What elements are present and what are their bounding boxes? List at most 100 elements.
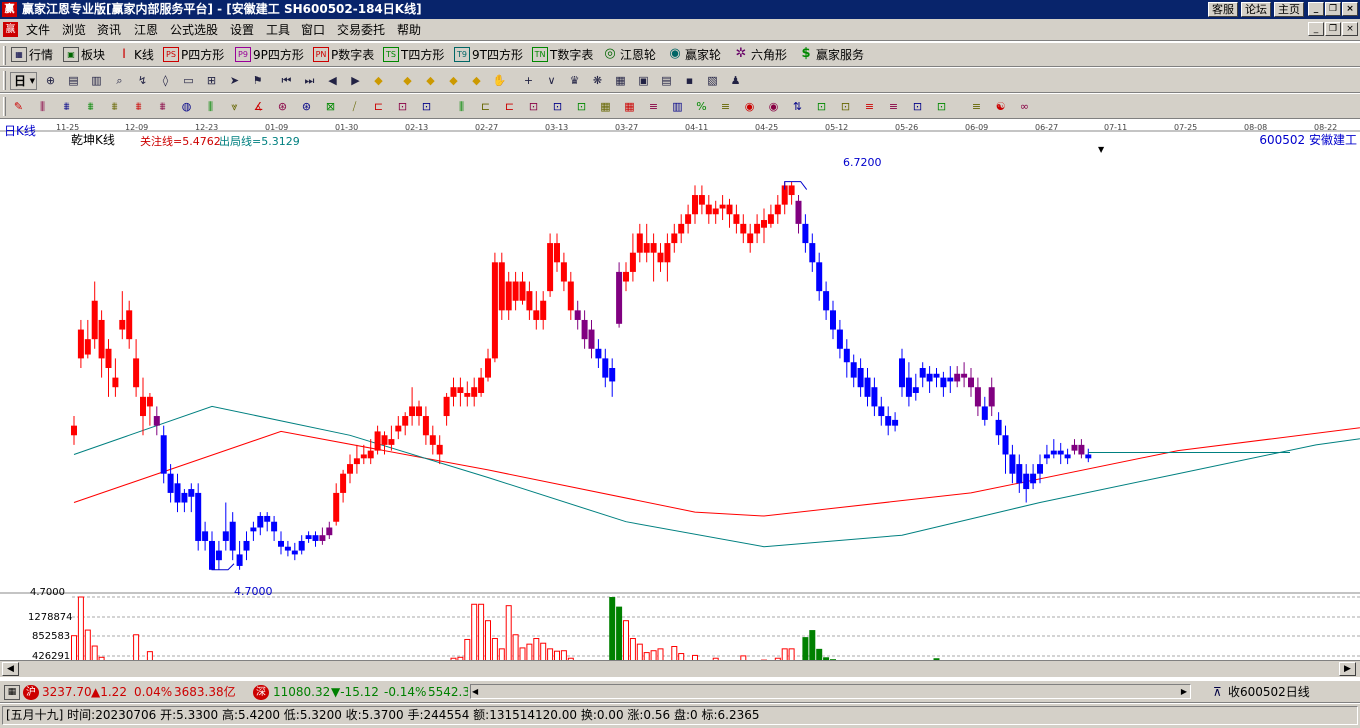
winner-wheel-button[interactable]: ◉ 赢家轮 bbox=[667, 47, 721, 64]
ticker-scrollbar[interactable]: ◀ ▶ bbox=[470, 684, 1191, 699]
homepage-button[interactable]: 主页 bbox=[1274, 2, 1304, 17]
diamond5-icon[interactable]: ◆ bbox=[468, 73, 485, 89]
period-icon[interactable]: ⫼ bbox=[453, 99, 470, 115]
box5-icon[interactable]: ⊡ bbox=[573, 99, 590, 115]
menu-gann[interactable]: 江恩 bbox=[134, 22, 158, 38]
gann2-icon[interactable]: ⩩ bbox=[82, 99, 99, 115]
menu-settings[interactable]: 设置 bbox=[230, 22, 254, 38]
toolbar-grip[interactable] bbox=[3, 46, 6, 65]
crosshair-icon[interactable]: ⊕ bbox=[42, 73, 59, 89]
kline-chart-canvas[interactable] bbox=[0, 119, 1360, 660]
yinyang-icon[interactable]: ☯ bbox=[992, 99, 1009, 115]
cross-icon[interactable]: + bbox=[520, 73, 537, 89]
angle-icon[interactable]: ∡ bbox=[250, 99, 267, 115]
customer-service-button[interactable]: 客服 bbox=[1208, 2, 1238, 17]
wheel1-icon[interactable]: ⊛ bbox=[274, 99, 291, 115]
calendar-icon[interactable]: ▦ bbox=[612, 73, 629, 89]
drop-icon[interactable]: ◊ bbox=[157, 73, 174, 89]
pointer-icon[interactable]: ➤ bbox=[226, 73, 243, 89]
people-icon[interactable]: ♟ bbox=[727, 73, 744, 89]
gann3-icon[interactable]: ⩩ bbox=[106, 99, 123, 115]
kline-button[interactable]: ┃ K线 bbox=[116, 47, 154, 64]
fib-icon[interactable]: ⫼ bbox=[34, 99, 51, 115]
toolbar-grip[interactable] bbox=[3, 97, 6, 116]
lines5-icon[interactable]: ≡ bbox=[968, 99, 985, 115]
grid-icon[interactable]: ⩔ bbox=[226, 99, 243, 115]
ticker-right-arrow-icon[interactable]: ▶ bbox=[1181, 685, 1187, 698]
box6-icon[interactable]: ⊡ bbox=[813, 99, 830, 115]
bars2-icon[interactable]: ▥ bbox=[669, 99, 686, 115]
left-icon[interactable]: ◀ bbox=[324, 73, 341, 89]
forum-button[interactable]: 论坛 bbox=[1241, 2, 1271, 17]
child-restore-button[interactable]: ❐ bbox=[1325, 22, 1341, 36]
page-icon[interactable]: ▭ bbox=[180, 73, 197, 89]
box4-icon[interactable]: ⊡ bbox=[549, 99, 566, 115]
pen-icon[interactable]: ✎ bbox=[10, 99, 27, 115]
box8-icon[interactable]: ⊡ bbox=[909, 99, 926, 115]
child-close-button[interactable]: × bbox=[1342, 22, 1358, 36]
menu-info[interactable]: 资讯 bbox=[97, 22, 121, 38]
coin-icon[interactable]: ◉ bbox=[741, 99, 758, 115]
calc2-icon[interactable]: ▣ bbox=[635, 73, 652, 89]
calc3-icon[interactable]: ▤ bbox=[658, 73, 675, 89]
p-square-button[interactable]: PS P四方形 bbox=[163, 47, 224, 64]
infinity-icon[interactable]: ∞ bbox=[1016, 99, 1033, 115]
menu-help[interactable]: 帮助 bbox=[397, 22, 421, 38]
bars-icon[interactable]: ⫼ bbox=[202, 99, 219, 115]
chart-scrollbar[interactable]: ◀ ▶ bbox=[0, 660, 1360, 677]
menu-formula-select[interactable]: 公式选股 bbox=[170, 22, 218, 38]
diamond2-icon[interactable]: ◆ bbox=[399, 73, 416, 89]
lines2-icon[interactable]: ≡ bbox=[717, 99, 734, 115]
arrows-icon[interactable]: ⇅ bbox=[789, 99, 806, 115]
ch1-icon[interactable]: ⊏ bbox=[477, 99, 494, 115]
grid2-icon[interactable]: ▦ bbox=[597, 99, 614, 115]
coin2-icon[interactable]: ◉ bbox=[765, 99, 782, 115]
first-icon[interactable]: ⏮ bbox=[278, 73, 295, 89]
lines4-icon[interactable]: ≡ bbox=[885, 99, 902, 115]
scroll-right-arrow-icon[interactable]: ▶ bbox=[1339, 662, 1356, 676]
box2-icon[interactable]: ⊡ bbox=[418, 99, 435, 115]
wheel2-icon[interactable]: ⊛ bbox=[298, 99, 315, 115]
p-number-table-button[interactable]: PN P数字表 bbox=[313, 47, 374, 64]
diamond4-icon[interactable]: ◆ bbox=[445, 73, 462, 89]
9p-square-button[interactable]: P9 9P四方形 bbox=[235, 47, 304, 64]
flag-icon[interactable]: ⚑ bbox=[249, 73, 266, 89]
gann-wheel-button[interactable]: ◎ 江恩轮 bbox=[602, 47, 656, 64]
calculator-icon[interactable]: ▤ bbox=[65, 73, 82, 89]
box1-icon[interactable]: ⊡ bbox=[394, 99, 411, 115]
last-icon[interactable]: ⏭ bbox=[301, 73, 318, 89]
menu-logo-icon[interactable]: 赢 bbox=[3, 22, 18, 37]
box7-icon[interactable]: ⊡ bbox=[837, 99, 854, 115]
trend-v-icon[interactable]: ∨ bbox=[543, 73, 560, 89]
gann4-icon[interactable]: ⩩ bbox=[130, 99, 147, 115]
quotes-button[interactable]: ▦ 行情 bbox=[11, 47, 53, 64]
winner-service-button[interactable]: $ 赢家服务 bbox=[798, 47, 864, 64]
menu-file[interactable]: 文件 bbox=[26, 22, 50, 38]
zoom-icon[interactable]: ⌕ bbox=[111, 73, 128, 89]
9t-square-button[interactable]: T9 9T四方形 bbox=[454, 47, 523, 64]
percent-icon[interactable]: % bbox=[693, 99, 710, 115]
hand-icon[interactable]: ✋ bbox=[491, 73, 508, 89]
grid-menu-icon[interactable]: ▦ bbox=[4, 685, 20, 700]
gann1-icon[interactable]: ⩩ bbox=[58, 99, 75, 115]
diamond3-icon[interactable]: ◆ bbox=[422, 73, 439, 89]
lines3-icon[interactable]: ≡ bbox=[861, 99, 878, 115]
child-minimize-button[interactable]: _ bbox=[1308, 22, 1324, 36]
box3-icon[interactable]: ⊡ bbox=[525, 99, 542, 115]
menu-browse[interactable]: 浏览 bbox=[62, 22, 86, 38]
gann5-icon[interactable]: ⩩ bbox=[154, 99, 171, 115]
ruler-icon[interactable]: ▥ bbox=[88, 73, 105, 89]
right-icon[interactable]: ▶ bbox=[347, 73, 364, 89]
scroll-left-arrow-icon[interactable]: ◀ bbox=[2, 662, 19, 676]
t-square-button[interactable]: TS T四方形 bbox=[383, 47, 444, 64]
sectors-button[interactable]: ▣ 板块 bbox=[63, 47, 105, 64]
hexagon-button[interactable]: ✲ 六角形 bbox=[733, 47, 787, 64]
close-window-button[interactable]: × bbox=[1342, 2, 1358, 16]
dropdown-marker-icon[interactable]: ▼ bbox=[1098, 145, 1104, 154]
fan-icon[interactable]: ⧸ bbox=[346, 99, 363, 115]
minimize-window-button[interactable]: _ bbox=[1308, 2, 1324, 16]
cycle-icon[interactable]: ⊏ bbox=[370, 99, 387, 115]
menu-trade[interactable]: 交易委托 bbox=[337, 22, 385, 38]
ticker-left-arrow-icon[interactable]: ◀ bbox=[472, 685, 478, 698]
wheel3-icon[interactable]: ⊠ bbox=[322, 99, 339, 115]
